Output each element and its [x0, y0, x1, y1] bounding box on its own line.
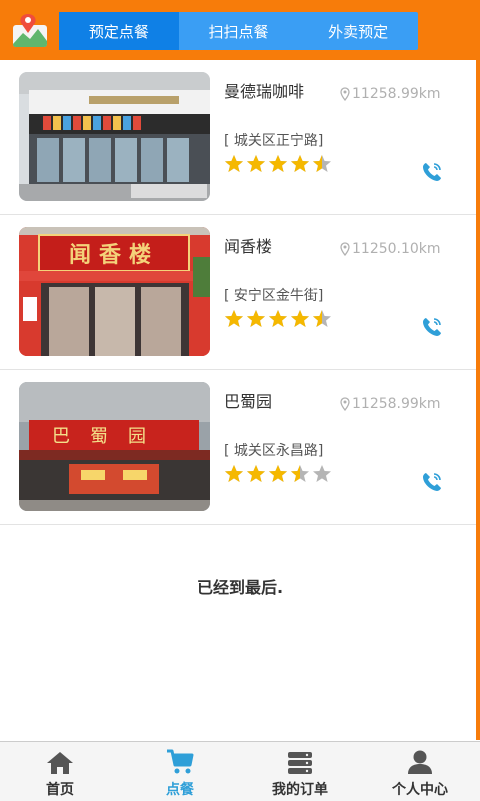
- bottom-nav: 首页 点餐 我的订单 个人中心: [0, 741, 480, 801]
- star-icon: [247, 465, 265, 482]
- star-rating: [224, 309, 332, 329]
- app-header: 预定点餐 扫扫点餐 外卖预定: [0, 0, 480, 60]
- restaurant-address: [ 城关区永昌路]: [224, 443, 324, 459]
- star-icon: [247, 310, 265, 327]
- star-icon: [313, 465, 331, 482]
- star-icon: [225, 155, 243, 172]
- tab-reserve-order[interactable]: 预定点餐: [59, 12, 179, 50]
- restaurant-photo[interactable]: [19, 72, 210, 201]
- restaurant-name[interactable]: 闻香楼: [224, 233, 272, 257]
- nav-profile-label: 个人中心: [392, 782, 448, 798]
- star-rating: [224, 154, 332, 174]
- star-icon: [291, 310, 309, 327]
- star-icon: [313, 155, 331, 172]
- restaurant-address: [ 安宁区金牛街]: [224, 288, 324, 304]
- phone-icon[interactable]: [420, 315, 444, 339]
- user-icon: [408, 750, 432, 774]
- restaurant-name[interactable]: 巴蜀园: [224, 388, 272, 412]
- restaurant-item[interactable]: 巴蜀园 巴蜀园 11258.99km [ 城关区永昌路]: [0, 370, 476, 525]
- star-icon: [225, 310, 243, 327]
- distance-value: 11258.99km: [352, 86, 441, 102]
- star-icon: [269, 155, 287, 172]
- star-rating: [224, 464, 332, 484]
- tab-scan-order[interactable]: 扫扫点餐: [179, 12, 299, 50]
- star-icon: [313, 310, 331, 327]
- star-icon: [291, 465, 309, 482]
- nav-my-orders-label: 我的订单: [272, 782, 328, 798]
- location-pin-icon: [340, 397, 350, 411]
- phone-icon[interactable]: [420, 160, 444, 184]
- nav-order-label: 点餐: [166, 782, 194, 798]
- restaurant-photo[interactable]: 巴蜀园: [19, 382, 210, 511]
- nav-my-orders[interactable]: 我的订单: [240, 742, 360, 801]
- orders-icon: [288, 752, 312, 774]
- order-mode-tabs: 预定点餐 扫扫点餐 外卖预定: [59, 12, 418, 50]
- restaurant-address: [ 城关区正宁路]: [224, 133, 324, 149]
- star-icon: [269, 310, 287, 327]
- phone-icon[interactable]: [420, 470, 444, 494]
- star-icon: [269, 465, 287, 482]
- distance-value: 11258.99km: [352, 396, 441, 412]
- restaurant-distance: 11250.10km: [340, 241, 441, 257]
- nav-order[interactable]: 点餐: [120, 742, 240, 801]
- end-of-list-text: 已经到最后.: [196, 578, 284, 597]
- star-icon: [225, 465, 243, 482]
- nav-profile[interactable]: 个人中心: [360, 742, 480, 801]
- restaurant-distance: 11258.99km: [340, 396, 441, 412]
- distance-value: 11250.10km: [352, 241, 441, 257]
- sign-text: 闻香楼: [69, 242, 159, 268]
- star-icon: [247, 155, 265, 172]
- star-icon: [291, 155, 309, 172]
- restaurant-name[interactable]: 曼德瑞咖啡: [224, 78, 304, 102]
- sign-text: 巴蜀园: [52, 426, 166, 447]
- location-pin-icon: [340, 87, 350, 101]
- nav-home[interactable]: 首页: [0, 742, 120, 801]
- tab-takeout-order[interactable]: 外卖预定: [298, 12, 418, 50]
- restaurant-list: 曼德瑞咖啡 11258.99km [ 城关区正宁路] 闻香楼 闻香楼 11250…: [0, 60, 476, 525]
- restaurant-item[interactable]: 曼德瑞咖啡 11258.99km [ 城关区正宁路]: [0, 60, 476, 215]
- cart-icon: [167, 749, 194, 774]
- location-pin-icon: [340, 242, 350, 256]
- restaurant-item[interactable]: 闻香楼 闻香楼 11250.10km [ 安宁区金牛街]: [0, 215, 476, 370]
- restaurant-distance: 11258.99km: [340, 86, 441, 102]
- home-icon: [47, 752, 73, 774]
- map-logo-icon[interactable]: [11, 11, 49, 49]
- right-edge-divider: [476, 60, 480, 740]
- nav-home-label: 首页: [46, 782, 74, 798]
- restaurant-photo[interactable]: 闻香楼: [19, 227, 210, 356]
